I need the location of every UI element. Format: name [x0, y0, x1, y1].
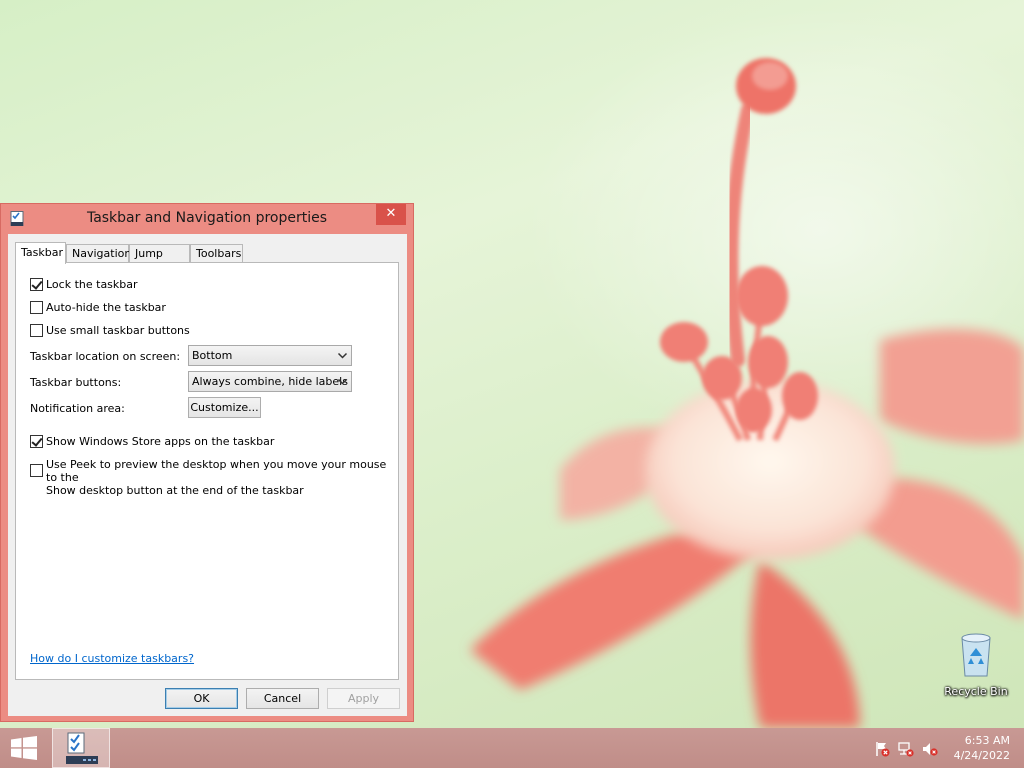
notification-label: Notification area:	[30, 402, 125, 415]
tab-navigation[interactable]: Navigation	[66, 244, 131, 263]
clock-date: 4/24/2022	[953, 749, 1010, 762]
taskbar-properties-app-button[interactable]	[52, 728, 110, 768]
ok-button[interactable]: OK	[165, 688, 238, 709]
peek-label-line1: Use Peek to preview the desktop when you…	[46, 458, 387, 484]
chevron-down-icon	[337, 352, 348, 359]
small-buttons-checkbox[interactable]	[30, 324, 43, 337]
system-clock[interactable]: 6:53 AM 4/24/2022	[954, 733, 1010, 763]
customize-button[interactable]: Customize...	[188, 397, 261, 418]
buttons-dropdown[interactable]: Always combine, hide labels	[188, 371, 352, 392]
help-link[interactable]: How do I customize taskbars?	[30, 652, 194, 665]
apply-button[interactable]: Apply	[327, 688, 400, 709]
dialog-title: Taskbar and Navigation properties	[86, 210, 328, 226]
recycle-bin-label: Recycle Bin	[944, 685, 1008, 698]
auto-hide-label: Auto-hide the taskbar	[46, 301, 166, 314]
tab-jump-lists[interactable]: Jump Lists	[129, 244, 190, 277]
store-apps-option[interactable]: Show Windows Store apps on the taskbar	[30, 435, 274, 448]
tab-taskbar[interactable]: Taskbar	[15, 242, 66, 264]
dialog-titlebar[interactable]: Taskbar and Navigation properties ✕	[1, 204, 413, 234]
dialog-client-area: Taskbar Navigation Jump Lists Toolbars L…	[8, 234, 407, 716]
action-center-flag-icon[interactable]	[874, 741, 890, 757]
close-button[interactable]: ✕	[376, 204, 406, 225]
desktop: Recycle Bin Taskbar and Navigation prope…	[0, 0, 1024, 728]
location-value: Bottom	[192, 349, 233, 362]
start-button[interactable]	[0, 728, 48, 768]
lock-taskbar-label: Lock the taskbar	[46, 278, 138, 291]
windows-logo-icon	[11, 736, 37, 760]
peek-label-line2: Show desktop button at the end of the ta…	[46, 484, 304, 497]
buttons-label: Taskbar buttons:	[30, 376, 122, 389]
store-apps-checkbox[interactable]	[30, 435, 43, 448]
network-icon[interactable]	[898, 741, 914, 757]
buttons-value: Always combine, hide labels	[192, 375, 348, 388]
recycle-bin-shortcut[interactable]: Recycle Bin	[938, 630, 1014, 698]
peek-option[interactable]: Use Peek to preview the desktop when you…	[30, 458, 398, 497]
tab-toolbars[interactable]: Toolbars	[190, 244, 243, 263]
volume-muted-icon[interactable]	[922, 741, 938, 757]
lock-taskbar-option[interactable]: Lock the taskbar	[30, 278, 138, 291]
lock-taskbar-checkbox[interactable]	[30, 278, 43, 291]
taskbar-tab-panel: Lock the taskbar Auto-hide the taskbar U…	[15, 262, 399, 680]
recycle-bin-icon	[961, 633, 991, 677]
peek-label: Use Peek to preview the desktop when you…	[46, 458, 398, 497]
properties-dialog: Taskbar and Navigation properties ✕ Task…	[0, 203, 414, 722]
location-label: Taskbar location on screen:	[30, 350, 181, 363]
small-buttons-option[interactable]: Use small taskbar buttons	[30, 324, 190, 337]
store-apps-label: Show Windows Store apps on the taskbar	[46, 435, 275, 448]
close-icon: ✕	[385, 206, 397, 221]
small-buttons-label: Use small taskbar buttons	[46, 324, 190, 337]
auto-hide-checkbox[interactable]	[30, 301, 43, 314]
clock-time: 6:53 AM	[964, 734, 1010, 747]
taskbar-properties-icon	[66, 732, 98, 764]
location-dropdown[interactable]: Bottom	[188, 345, 352, 366]
taskbar: 6:53 AM 4/24/2022	[0, 728, 1024, 768]
cancel-button[interactable]: Cancel	[246, 688, 319, 709]
auto-hide-option[interactable]: Auto-hide the taskbar	[30, 301, 166, 314]
chevron-down-icon	[337, 378, 348, 385]
peek-checkbox[interactable]	[30, 464, 43, 477]
